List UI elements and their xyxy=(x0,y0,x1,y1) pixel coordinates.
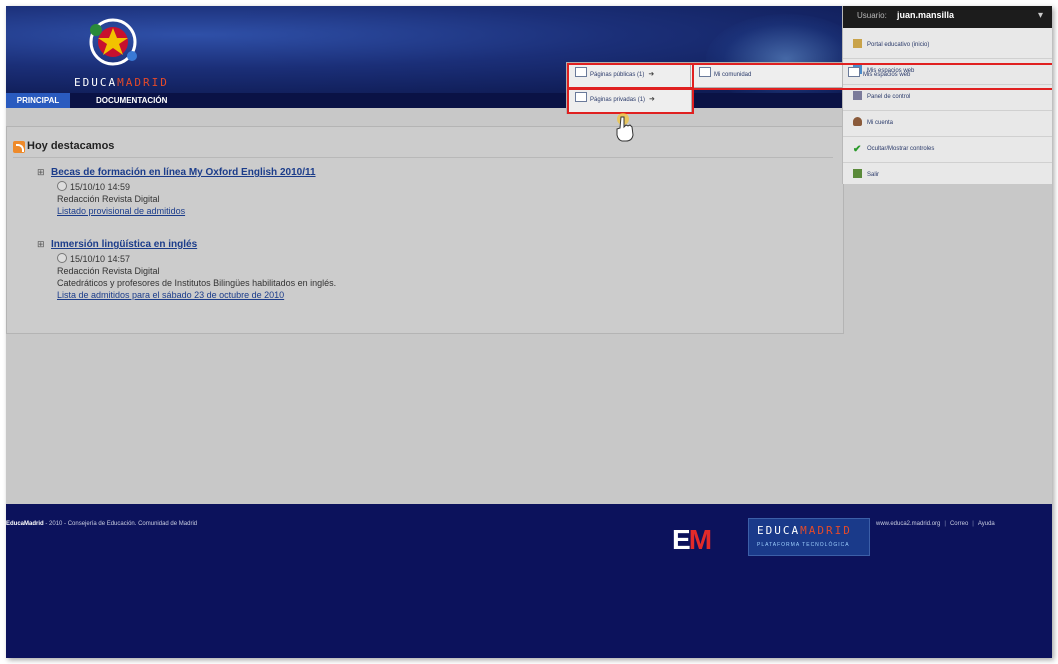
highlights-panel: Hoy destacamos ⊞ Becas de formación en l… xyxy=(6,126,844,334)
home-icon xyxy=(853,39,862,48)
menu-item-paginas-publicas[interactable]: Páginas públicas (1) ➜ xyxy=(575,66,654,84)
rss-icon[interactable] xyxy=(13,141,25,153)
user-menu-mi-cuenta[interactable]: Mi cuenta xyxy=(843,111,1052,137)
user-panel: Usuario: juan.mansilla ▾ Portal educativ… xyxy=(842,6,1052,184)
divider xyxy=(13,157,833,158)
edu-title-b: MADRID xyxy=(800,524,852,537)
news-date-text: 15/10/10 14:57 xyxy=(70,254,131,264)
user-menu-label: Portal educativo (inicio) xyxy=(867,42,930,48)
user-menu-panel-control[interactable]: Panel de control xyxy=(843,85,1052,111)
footer-link-ayuda[interactable]: Ayuda xyxy=(978,521,995,527)
chevron-down-icon[interactable]: ▾ xyxy=(1038,10,1043,21)
pages-menu: Páginas públicas (1) ➜ Páginas privadas (… xyxy=(566,62,692,114)
community-menu: Mi comunidad xyxy=(690,62,844,88)
arrow-right-icon: ➜ xyxy=(649,96,655,103)
news-title-link[interactable]: Inmersión lingüística en inglés xyxy=(51,239,197,250)
footer-link-web[interactable]: www.educa2.madrid.org xyxy=(876,521,940,527)
news-date-text: 15/10/10 14:59 xyxy=(70,182,131,192)
edu-subtitle: PLATAFORMA TECNOLÓGICA xyxy=(757,542,850,548)
bullet-icon: ⊞ xyxy=(37,167,45,177)
comunidad-madrid-logo[interactable]: EM xyxy=(672,524,712,555)
menu-label: Páginas públicas (1) xyxy=(590,72,645,78)
user-label: Usuario: xyxy=(857,11,887,20)
educamadrid-logo-icon[interactable] xyxy=(78,14,148,70)
user-menu-portal[interactable]: Portal educativo (inicio) xyxy=(843,33,1052,59)
user-menu-salir[interactable]: Salir xyxy=(843,163,1052,188)
bullet-icon: ⊞ xyxy=(37,239,45,249)
em-logo-a: E xyxy=(672,524,691,555)
user-menu-label: Salir xyxy=(867,172,880,178)
page-icon xyxy=(575,67,587,77)
section-title: Hoy destacamos xyxy=(27,140,115,152)
menu-label: Páginas privadas (1) xyxy=(590,97,646,103)
news-description: Catedráticos y profesores de Institutos … xyxy=(57,278,337,288)
hand-cursor-icon xyxy=(616,113,634,142)
news-author: Redacción Revista Digital xyxy=(57,266,160,276)
footer-link-correo[interactable]: Correo xyxy=(950,521,968,527)
checkmark-icon: ✔ xyxy=(853,144,862,155)
site-footer: EducaMadrid - 2010 - Consejería de Educa… xyxy=(6,504,1052,658)
nav-principal[interactable]: PRINCIPAL xyxy=(6,93,70,108)
edu-title: EDUCAMADRID xyxy=(757,524,852,537)
user-menu-label: Mi cuenta xyxy=(867,120,894,126)
news-date: 15/10/10 14:59 xyxy=(57,181,130,192)
footer-divider: | xyxy=(972,521,974,527)
logo-text-b: MADRID xyxy=(117,76,169,89)
user-header[interactable]: Usuario: juan.mansilla ▾ xyxy=(843,6,1052,28)
menu-label: Mi comunidad xyxy=(714,72,752,78)
exit-icon xyxy=(853,169,862,178)
logo-text-a: EDUCA xyxy=(74,76,118,89)
username: juan.mansilla xyxy=(897,10,955,20)
user-icon xyxy=(853,117,862,126)
footer-divider: | xyxy=(944,521,946,527)
footer-brand[interactable]: EducaMadrid xyxy=(6,521,44,527)
page-icon xyxy=(575,92,587,102)
clock-icon xyxy=(57,181,67,191)
news-date: 15/10/10 14:57 xyxy=(57,253,130,264)
user-menu-label: Panel de control xyxy=(867,94,911,100)
web-spaces-icon xyxy=(848,67,860,77)
menu-item-mi-comunidad[interactable]: Mi comunidad xyxy=(699,66,751,84)
footer-links: www.educa2.madrid.org | Correo | Ayuda xyxy=(876,521,995,527)
footer-text: - 2010 - Consejería de Educación. Comuni… xyxy=(43,521,198,527)
news-link[interactable]: Lista de admitidos para el sábado 23 de … xyxy=(57,290,284,300)
community-icon xyxy=(699,67,711,77)
em-logo-b: M xyxy=(688,524,712,555)
menu-label: Mis espacios web xyxy=(863,72,911,78)
control-panel-icon xyxy=(853,91,862,100)
news-title-link[interactable]: Becas de formación en línea My Oxford En… xyxy=(51,167,316,178)
menu-item-paginas-privadas[interactable]: Páginas privadas (1) ➜ xyxy=(575,91,655,109)
logo-wordmark: EDUCAMADRID xyxy=(74,76,169,89)
footer-copyright: EducaMadrid - 2010 - Consejería de Educa… xyxy=(6,521,197,527)
news-link[interactable]: Listado provisional de admitidos xyxy=(57,206,185,216)
nav-documentacion[interactable]: DOCUMENTACIÓN xyxy=(96,93,167,108)
browser-page: EDUCAMADRID PRINCIPAL DOCUMENTACIÓN Hoy … xyxy=(6,6,1052,658)
arrow-right-icon: ➜ xyxy=(648,71,655,78)
clock-icon xyxy=(57,253,67,263)
news-author: Redacción Revista Digital xyxy=(57,194,160,204)
user-menu-label: Ocultar/Mostrar controles xyxy=(867,146,935,152)
user-menu-ocultar-mostrar[interactable]: ✔ Ocultar/Mostrar controles xyxy=(843,137,1052,163)
educamadrid-footer-logo[interactable]: EDUCAMADRID PLATAFORMA TECNOLÓGICA xyxy=(748,518,870,556)
edu-title-a: EDUCA xyxy=(757,524,801,537)
menu-item-mis-espacios-web[interactable]: Mis espacios web xyxy=(848,66,910,84)
